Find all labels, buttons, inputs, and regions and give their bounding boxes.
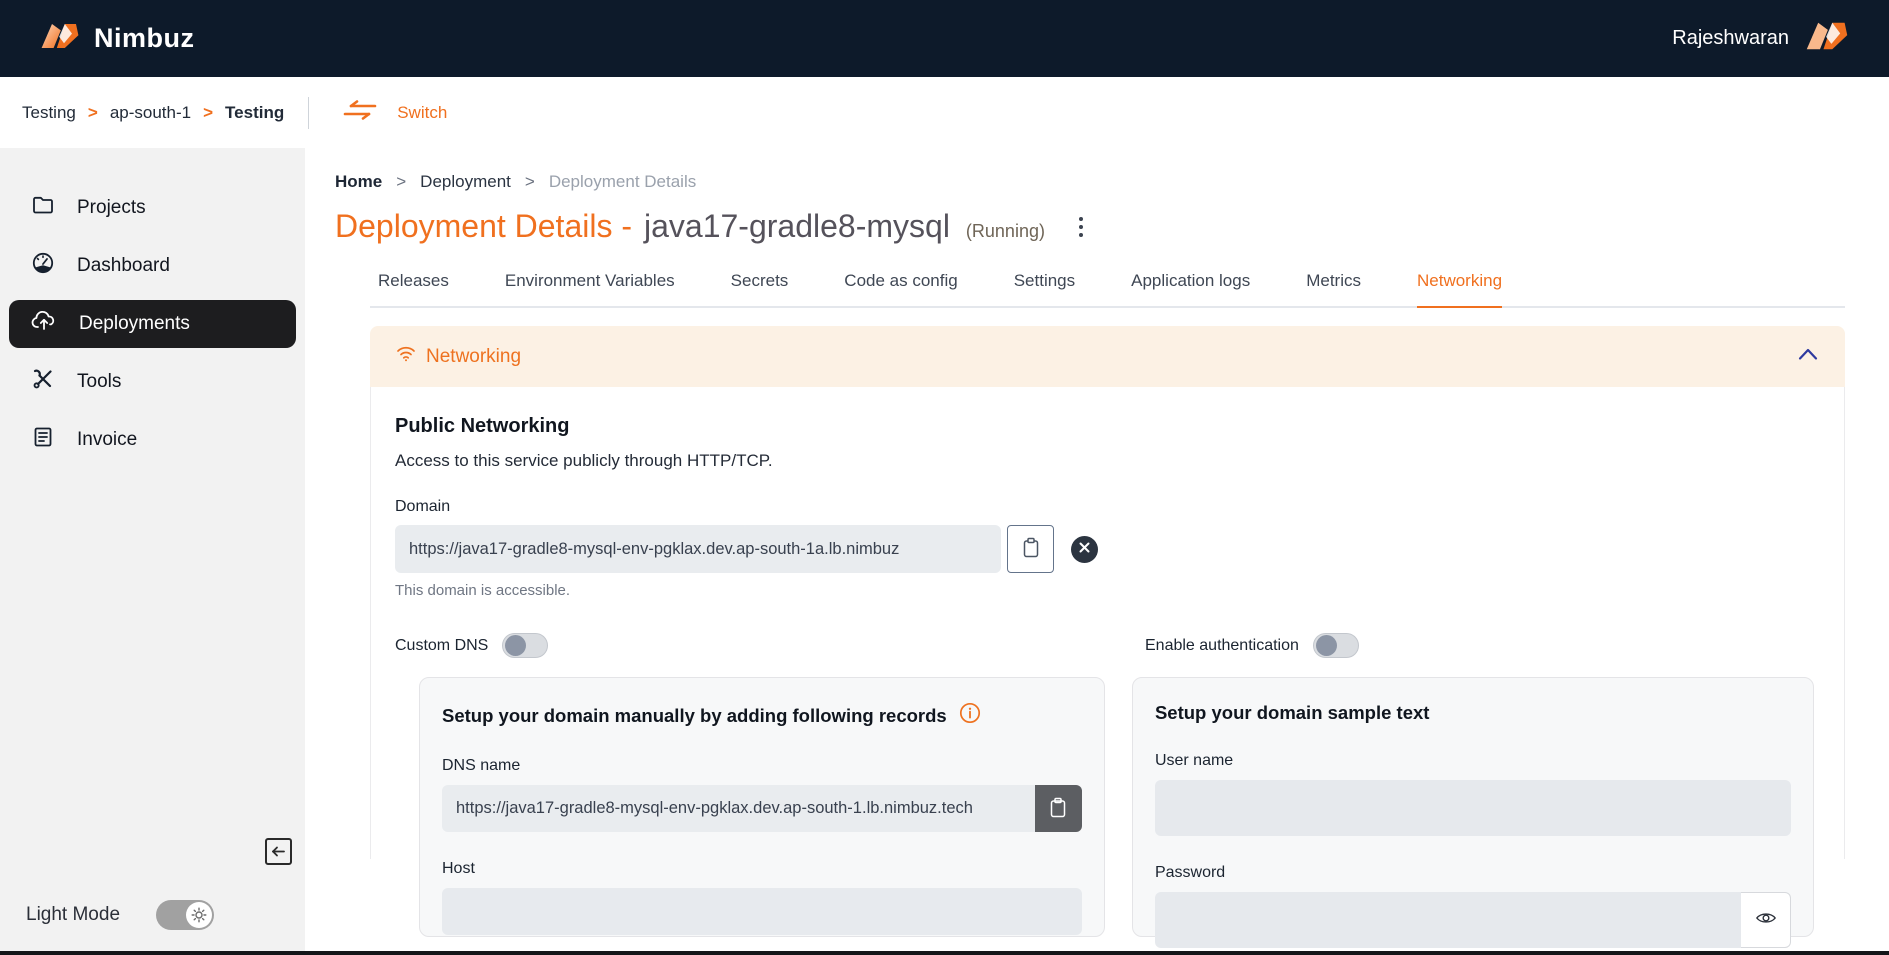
- dns-setup-card: Setup your domain manually by adding fol…: [419, 677, 1105, 937]
- clipboard-icon: [1049, 797, 1067, 821]
- auth-card-title: Setup your domain sample text: [1155, 702, 1429, 724]
- sidebar-item-deployments[interactable]: Deployments: [9, 300, 296, 348]
- cloud-upload-icon: [31, 309, 57, 339]
- tab-metrics[interactable]: Metrics: [1306, 271, 1361, 306]
- password-label: Password: [1155, 864, 1791, 882]
- breadcrumb-separator: >: [203, 103, 213, 123]
- info-icon[interactable]: [959, 702, 981, 729]
- switch-label: Switch: [397, 103, 447, 123]
- tab-secrets[interactable]: Secrets: [731, 271, 789, 306]
- sidebar-item-label: Dashboard: [77, 255, 170, 277]
- divider: [308, 97, 309, 129]
- kebab-menu-icon[interactable]: [1075, 213, 1087, 241]
- dns-name-label: DNS name: [442, 757, 1082, 775]
- show-password-button[interactable]: [1741, 892, 1791, 948]
- sidebar-item-label: Tools: [77, 371, 121, 393]
- breadcrumb-deployment-details: Deployment Details: [549, 172, 696, 192]
- tab-application-logs[interactable]: Application logs: [1131, 271, 1250, 306]
- status-badge: (Running): [966, 221, 1045, 242]
- copy-dns-name-button[interactable]: [1035, 785, 1082, 832]
- breadcrumb-home[interactable]: Home: [335, 172, 382, 192]
- public-networking-title: Public Networking: [395, 415, 1814, 438]
- networking-panel: Public Networking Access to this service…: [370, 387, 1845, 859]
- sidebar: Projects Dashboard Deployme: [0, 148, 305, 955]
- deployment-name: java17-gradle8-mysql: [644, 208, 950, 245]
- copy-domain-button[interactable]: [1007, 525, 1054, 573]
- domain-label: Domain: [395, 498, 1814, 516]
- swap-icon: [341, 99, 379, 126]
- light-mode-toggle[interactable]: [156, 900, 214, 930]
- breadcrumb-deployment[interactable]: Deployment: [420, 172, 511, 192]
- sidebar-item-label: Projects: [77, 197, 146, 219]
- invoice-icon: [31, 425, 55, 455]
- page-title-row: Deployment Details - java17-gradle8-mysq…: [335, 208, 1889, 245]
- breadcrumb-separator: >: [88, 103, 98, 123]
- bottom-edge: [0, 951, 1889, 955]
- page-breadcrumb: Home > Deployment > Deployment Details: [335, 172, 1889, 192]
- brand-name: Nimbuz: [94, 23, 195, 54]
- custom-dns-label: Custom DNS: [395, 637, 488, 655]
- env-crumb-region[interactable]: ap-south-1: [110, 103, 191, 123]
- eye-icon: [1755, 910, 1777, 931]
- tab-settings[interactable]: Settings: [1014, 271, 1075, 306]
- sidebar-item-projects[interactable]: Projects: [9, 184, 296, 232]
- breadcrumb-separator: >: [396, 172, 406, 192]
- app-header: Nimbuz Rajeshwaran: [0, 0, 1889, 77]
- public-networking-subtitle: Access to this service publicly through …: [395, 451, 1814, 471]
- domain-input[interactable]: [395, 525, 1001, 573]
- authentication-card: Setup your domain sample text User name …: [1132, 677, 1814, 937]
- username-label: User name: [1155, 752, 1791, 770]
- tab-bar: Releases Environment Variables Secrets C…: [370, 271, 1845, 308]
- sidebar-item-label: Deployments: [79, 313, 190, 335]
- tab-releases[interactable]: Releases: [378, 271, 449, 306]
- chevron-up-icon[interactable]: [1797, 347, 1819, 366]
- close-icon: [1079, 540, 1090, 558]
- user-menu[interactable]: Rajeshwaran: [1672, 18, 1849, 59]
- accordion-title: Networking: [426, 346, 521, 368]
- environment-bar: Testing > ap-south-1 > Testing Switch: [0, 77, 1889, 148]
- light-mode-knob: [186, 902, 212, 928]
- networking-accordion-header[interactable]: Networking: [370, 326, 1845, 387]
- user-name: Rajeshwaran: [1672, 27, 1789, 50]
- sidebar-item-dashboard[interactable]: Dashboard: [9, 242, 296, 290]
- collapse-sidebar-button[interactable]: [265, 838, 292, 865]
- domain-status-text: This domain is accessible.: [395, 582, 1814, 599]
- user-avatar[interactable]: [1805, 18, 1849, 59]
- clipboard-icon: [1022, 537, 1040, 561]
- brand[interactable]: Nimbuz: [40, 20, 195, 57]
- switch-environment-button[interactable]: Switch: [341, 99, 447, 126]
- light-mode-label: Light Mode: [26, 904, 120, 926]
- enable-authentication-label: Enable authentication: [1145, 637, 1299, 655]
- folder-icon: [31, 193, 55, 223]
- tools-icon: [31, 367, 55, 397]
- tab-networking[interactable]: Networking: [1417, 271, 1502, 308]
- breadcrumb-separator: >: [525, 172, 535, 192]
- username-input[interactable]: [1155, 780, 1791, 836]
- tab-environment-variables[interactable]: Environment Variables: [505, 271, 675, 306]
- host-label: Host: [442, 860, 1082, 878]
- environment-breadcrumb: Testing > ap-south-1 > Testing: [22, 103, 284, 123]
- env-crumb-project[interactable]: Testing: [22, 103, 76, 123]
- sidebar-item-label: Invoice: [77, 429, 137, 451]
- gauge-icon: [31, 251, 55, 281]
- custom-dns-toggle[interactable]: [502, 633, 548, 658]
- env-crumb-environment[interactable]: Testing: [225, 103, 284, 123]
- main-content: Home > Deployment > Deployment Details D…: [305, 148, 1889, 955]
- password-input[interactable]: [1155, 892, 1741, 948]
- enable-authentication-toggle[interactable]: [1313, 633, 1359, 658]
- remove-domain-button[interactable]: [1071, 536, 1098, 563]
- dns-card-title: Setup your domain manually by adding fol…: [442, 705, 947, 727]
- sidebar-item-tools[interactable]: Tools: [9, 358, 296, 406]
- sidebar-item-invoice[interactable]: Invoice: [9, 416, 296, 464]
- nimbuz-logo-icon: [40, 20, 80, 57]
- light-mode-row: Light Mode: [26, 900, 214, 930]
- page-title: Deployment Details -: [335, 208, 632, 245]
- tab-code-as-config[interactable]: Code as config: [844, 271, 957, 306]
- wifi-icon: [396, 345, 416, 368]
- dns-name-input[interactable]: [442, 785, 1035, 832]
- host-input[interactable]: [442, 888, 1082, 935]
